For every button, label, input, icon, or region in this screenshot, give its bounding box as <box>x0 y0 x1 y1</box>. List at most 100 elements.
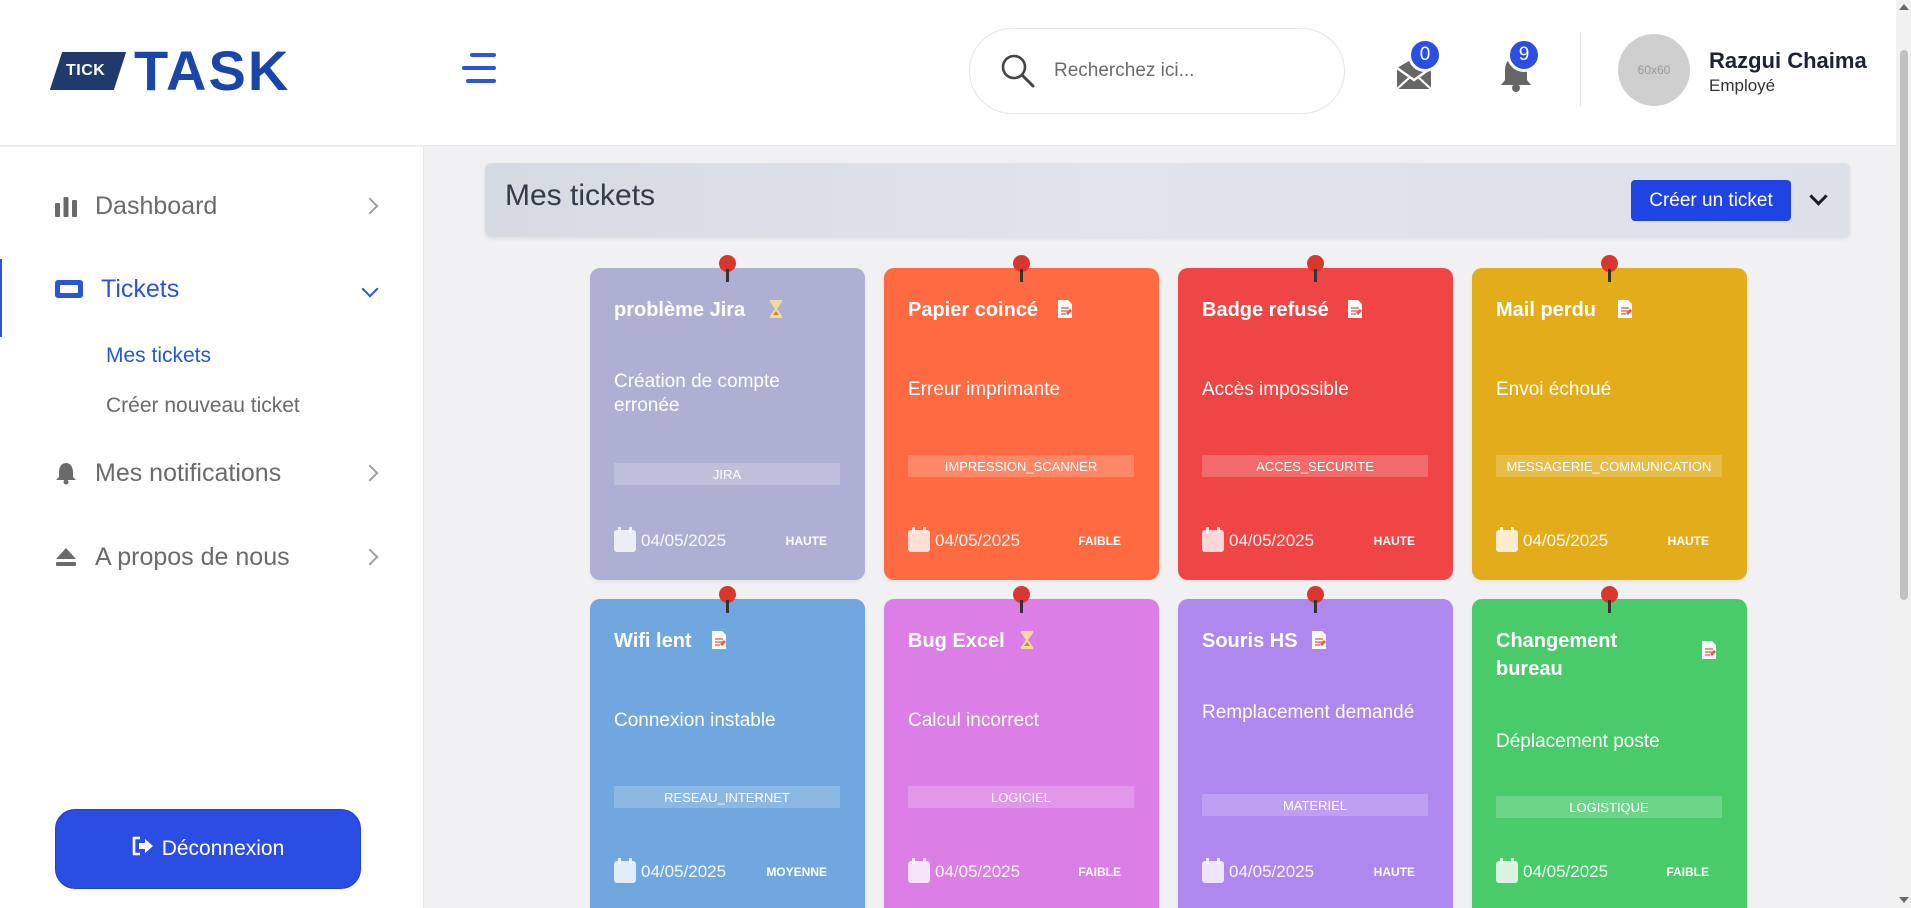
menu-toggle-button[interactable] <box>460 53 496 85</box>
ticket-card[interactable]: Wifi lent Connexion instable RESEAU_INTERN… <box>590 586 865 908</box>
sidebar-item-tickets[interactable]: Tickets <box>0 259 424 337</box>
scroll-up-arrow[interactable] <box>1899 4 1909 10</box>
chevron-right-icon <box>361 197 379 215</box>
sidebar-item-about[interactable]: A propos de nous <box>0 527 424 587</box>
chevron-down-icon[interactable] <box>1809 187 1828 206</box>
sidebar-item-dashboard[interactable]: Dashboard <box>0 176 424 236</box>
bar-chart-icon <box>55 197 77 217</box>
logo-badge: TICK <box>49 52 127 90</box>
ticket-priority: FAIBLE <box>1666 865 1709 879</box>
document-icon <box>1057 299 1073 319</box>
ticket-card[interactable]: Badge refusé Accès impossible ACCES_SECURI… <box>1178 255 1453 580</box>
ticket-priority: MOYENNE <box>766 865 827 879</box>
notification-button[interactable]: 9 <box>1493 38 1541 96</box>
ticket-description: Création de compte erronée <box>614 371 780 416</box>
ticket-priority: HAUTE <box>1667 534 1709 548</box>
ticket-card[interactable]: Mail perdu Envoi échoué MESSAGERIE_COMMUNI… <box>1472 255 1747 580</box>
pin-icon <box>1601 255 1618 282</box>
header-divider <box>1580 32 1581 106</box>
page-title-bar: Mes tickets Créer un ticket <box>485 163 1850 237</box>
submenu-creer-ticket[interactable]: Créer nouveau ticket <box>106 394 300 418</box>
ticket-card[interactable]: Papier coincé Erreur imprimante IMPRESSION… <box>884 255 1159 580</box>
user-name[interactable]: Razgui Chaima <box>1709 48 1867 74</box>
sidebar-item-label: A propos de nous <box>95 542 290 571</box>
calendar-icon <box>614 527 636 552</box>
ticket-date-row: 04/05/2025 <box>614 858 727 883</box>
search-bar <box>969 28 1345 114</box>
pin-icon <box>1013 586 1030 613</box>
ticket-category: ACCES_SECURITE <box>1202 455 1428 477</box>
scroll-down-arrow[interactable] <box>1899 897 1909 903</box>
search-icon[interactable] <box>998 51 1038 91</box>
ticket-card[interactable]: problème Jira Création de compte erronée J… <box>590 255 865 580</box>
chevron-right-icon <box>361 548 379 566</box>
ticket-date-row: 04/05/2025 <box>1202 527 1315 552</box>
pin-icon <box>719 586 736 613</box>
ticket-date: 04/05/2025 <box>1523 862 1609 881</box>
logout-label: Déconnexion <box>161 837 285 860</box>
ticket-description: Calcul incorrect <box>908 710 1039 731</box>
ticket-date: 04/05/2025 <box>935 862 1021 881</box>
ticket-category: MESSAGERIE_COMMUNICATION <box>1496 455 1722 477</box>
create-ticket-button[interactable]: Créer un ticket <box>1631 180 1791 221</box>
ticket-date: 04/05/2025 <box>641 862 727 881</box>
search-input[interactable] <box>1054 60 1324 82</box>
ticket-description: Déplacement poste <box>1496 731 1660 752</box>
calendar-icon <box>1496 527 1518 552</box>
logout-button[interactable]: Déconnexion <box>55 809 361 889</box>
hourglass-icon <box>768 299 784 319</box>
calendar-icon <box>908 527 930 552</box>
ticket-title: Changement bureau <box>1496 630 1618 680</box>
ticket-card[interactable]: Changement bureau Déplacement poste LOGIST… <box>1472 586 1747 908</box>
ticket-priority: FAIBLE <box>1078 865 1121 879</box>
avatar[interactable]: 60x60 <box>1618 34 1690 106</box>
pin-icon <box>719 255 736 282</box>
logo-badge-text: TICK <box>66 62 106 79</box>
bell-icon <box>56 463 76 485</box>
submenu-mes-tickets[interactable]: Mes tickets <box>106 344 211 368</box>
ticket-priority: HAUTE <box>1373 534 1415 548</box>
ticket-title: Mail perdu <box>1496 299 1597 321</box>
pin-icon <box>1013 255 1030 282</box>
calendar-icon <box>614 858 636 883</box>
logo-text: TASK <box>134 39 291 102</box>
ticket-date-row: 04/05/2025 <box>908 858 1021 883</box>
ticket-description: Connexion instable <box>614 710 776 731</box>
calendar-icon <box>1496 858 1518 883</box>
ticket-date: 04/05/2025 <box>1229 531 1315 550</box>
app-logo[interactable]: TICK TASK <box>49 39 291 102</box>
pin-icon <box>1601 586 1618 613</box>
ticket-icon <box>55 280 83 298</box>
document-icon <box>1701 640 1717 660</box>
calendar-icon <box>1202 527 1224 552</box>
ticket-date-row: 04/05/2025 <box>1202 858 1314 883</box>
document-icon <box>1311 630 1327 650</box>
ticket-priority: FAIBLE <box>1078 534 1121 548</box>
ticket-category: JIRA <box>614 463 840 485</box>
ticket-description: Envoi échoué <box>1496 379 1612 400</box>
mail-button[interactable]: 0 <box>1391 38 1442 96</box>
ticket-date: 04/05/2025 <box>1523 531 1609 550</box>
ticket-date: 04/05/2025 <box>935 531 1021 550</box>
ticket-card[interactable]: Bug Excel Calcul incorrect LOGICIEL 04/05/2… <box>884 586 1159 908</box>
ticket-description: Remplacement demandé <box>1202 702 1415 723</box>
sidebar-item-label: Dashboard <box>95 191 218 220</box>
ticket-title: Souris HS <box>1202 630 1298 652</box>
ticket-date: 04/05/2025 <box>641 531 727 550</box>
sidebar: Dashboard Tickets Mes tickets Créer nouv… <box>0 147 424 908</box>
chevron-down-icon <box>361 280 379 298</box>
scrollbar-thumb[interactable] <box>1900 50 1908 600</box>
sidebar-item-notifications[interactable]: Mes notifications <box>0 443 424 503</box>
hourglass-icon <box>1019 630 1035 650</box>
ticket-category: IMPRESSION_SCANNER <box>908 455 1134 477</box>
page-title: Mes tickets <box>505 179 656 212</box>
pin-icon <box>1307 586 1324 613</box>
ticket-description: Erreur imprimante <box>908 379 1061 400</box>
ticket-priority: HAUTE <box>785 534 827 548</box>
ticket-card[interactable]: Souris HS Remplacement demandé MATERIEL 04/… <box>1178 586 1453 908</box>
ticket-date-row: 04/05/2025 <box>1496 527 1609 552</box>
notification-count-badge: 9 <box>1507 38 1541 72</box>
ticket-category: MATERIEL <box>1202 794 1428 816</box>
user-role: Employé <box>1709 76 1776 95</box>
ticket-category: LOGICIEL <box>908 786 1134 808</box>
